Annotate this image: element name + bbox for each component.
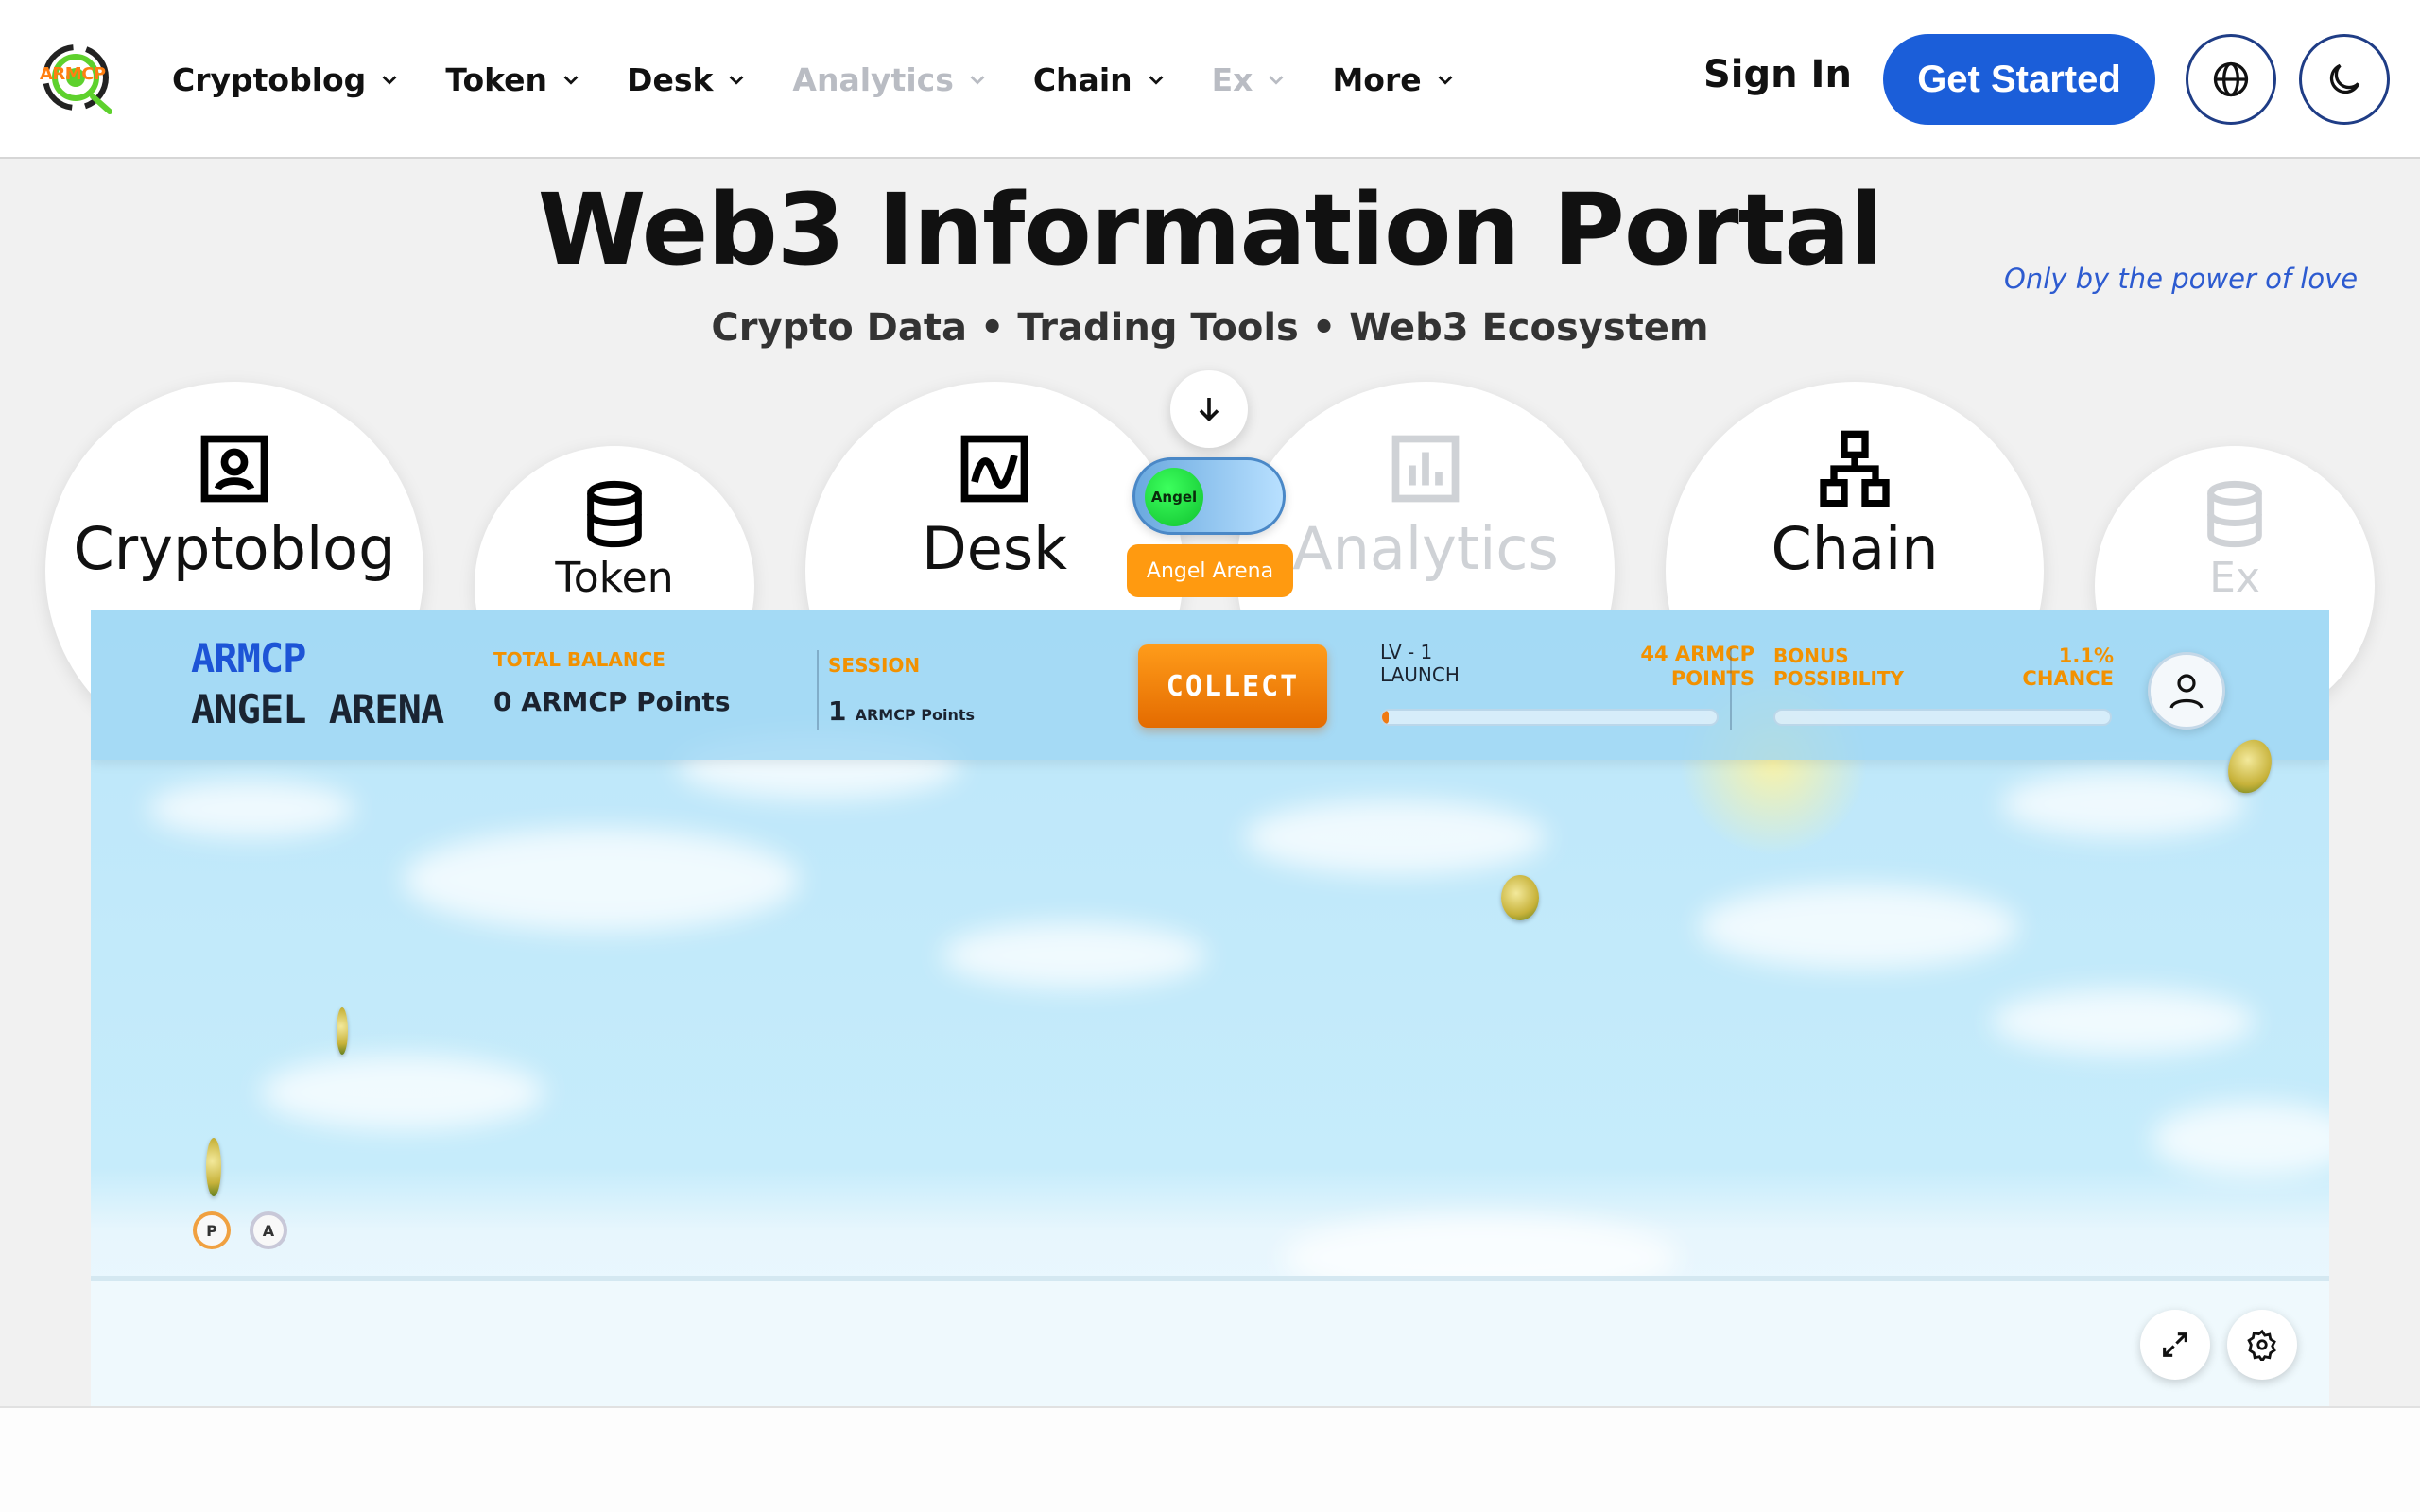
angel-arena-game[interactable]: ARMCP ANGEL ARENA TOTAL BALANCE 0 ARMCP … <box>91 610 2329 1406</box>
nav-token[interactable]: Token <box>445 61 581 98</box>
line-chart-icon <box>960 435 1028 503</box>
session-points: 1 <box>828 696 847 727</box>
portrait-icon <box>200 435 268 503</box>
database-icon <box>2207 480 2262 548</box>
level-stage: LAUNCH <box>1380 663 1460 686</box>
language-button[interactable] <box>2186 34 2276 125</box>
section-label: Analytics <box>1292 514 1559 583</box>
collect-button[interactable]: COLLECT <box>1138 644 1327 728</box>
armcp-logo[interactable]: ARMCP <box>38 40 117 115</box>
player-badge[interactable]: A <box>250 1211 287 1249</box>
nav-cryptoblog[interactable]: Cryptoblog <box>172 61 400 98</box>
bonus-label-line2: POSSIBILITY <box>1773 667 1905 690</box>
bonus-progress-bar <box>1773 709 2112 726</box>
session-value: 1 ARMCP Points <box>828 696 975 727</box>
nav-ex[interactable]: Ex <box>1212 61 1288 98</box>
chevron-down-icon <box>382 76 397 85</box>
main-nav: Cryptoblog Token Desk Analytics Chain Ex… <box>172 0 1501 159</box>
total-balance-value: 0 ARMCP Points <box>493 686 731 717</box>
bar-chart-icon <box>1392 435 1460 503</box>
game-hud: ARMCP ANGEL ARENA TOTAL BALANCE 0 ARMCP … <box>91 610 2329 760</box>
chevron-down-icon <box>1270 76 1284 85</box>
nav-more[interactable]: More <box>1332 61 1455 98</box>
cloud <box>403 828 800 932</box>
tagline: Only by the power of love <box>2004 263 2359 295</box>
bonus-label-line1: BONUS <box>1773 644 1849 667</box>
session-label: SESSION <box>828 654 921 677</box>
session-unit: ARMCP Points <box>855 706 976 724</box>
level-progress-fill <box>1382 711 1390 724</box>
angel-knob: Angel <box>1145 468 1203 526</box>
nav-chain[interactable]: Chain <box>1033 61 1167 98</box>
settings-button[interactable] <box>2227 1310 2297 1380</box>
cloud <box>2152 1102 2329 1177</box>
bonus-chance: 1.1% CHANCE <box>2022 644 2114 690</box>
nav-analytics[interactable]: Analytics <box>792 61 987 98</box>
chevron-down-icon <box>1149 76 1164 85</box>
level-label: LV - 1 <box>1380 641 1433 663</box>
section-label: Token <box>555 554 674 602</box>
logo-text: ARMCP <box>40 64 106 84</box>
section-label: Ex <box>2209 554 2260 602</box>
user-icon <box>2169 674 2204 709</box>
cloud <box>147 781 355 837</box>
page-footer-strip <box>0 1406 2420 1512</box>
theme-toggle-button[interactable] <box>2299 34 2390 125</box>
coin[interactable] <box>1501 875 1539 920</box>
nav-label: Desk <box>627 60 714 98</box>
nav-label: Token <box>445 60 548 98</box>
nav-label: Ex <box>1211 60 1253 98</box>
cloud <box>942 922 1206 988</box>
coin[interactable] <box>337 1007 348 1055</box>
level-points-line2: POINTS <box>1670 667 1754 690</box>
nav-label: Chain <box>1032 60 1132 98</box>
level-points-line1: 44 ARMCP <box>1640 643 1754 665</box>
get-started-button[interactable]: Get Started <box>1883 34 2155 125</box>
cloud <box>1244 799 1547 875</box>
section-label: Cryptoblog <box>73 514 396 583</box>
scroll-down-button[interactable] <box>1170 370 1248 448</box>
total-balance-label: TOTAL BALANCE <box>493 648 666 671</box>
nav-label: More <box>1332 60 1422 98</box>
player-badge[interactable]: P <box>193 1211 231 1249</box>
chevron-down-icon <box>563 76 579 85</box>
coin[interactable] <box>206 1138 221 1196</box>
profile-button[interactable] <box>2148 652 2225 730</box>
nav-desk[interactable]: Desk <box>627 61 747 98</box>
angel-arena-toggle[interactable]: Angel <box>1132 457 1286 535</box>
nav-label: Analytics <box>792 60 954 98</box>
moon-icon <box>2329 63 2360 94</box>
cloud <box>261 1055 544 1130</box>
cloud <box>2000 771 2246 837</box>
hud-divider <box>817 650 819 730</box>
chevron-down-icon <box>970 76 985 85</box>
cloud <box>1991 988 2256 1055</box>
game-name: ANGEL ARENA <box>191 686 444 732</box>
hierarchy-icon <box>1820 430 1890 507</box>
angel-arena-pill[interactable]: Angel Arena <box>1127 544 1293 597</box>
fullscreen-button[interactable] <box>2140 1310 2210 1380</box>
top-navbar: ARMCP Cryptoblog Token Desk Analytics Ch… <box>0 0 2420 159</box>
arrow-down-icon <box>1199 398 1219 422</box>
sign-in-link[interactable]: Sign In <box>1703 53 1852 96</box>
game-brand: ARMCP <box>191 635 306 681</box>
nav-label: Cryptoblog <box>172 60 367 98</box>
page-subtitle: Crypto Data • Trading Tools • Web3 Ecosy… <box>711 306 1709 350</box>
section-label: Desk <box>921 514 1068 583</box>
chevron-down-icon <box>1438 76 1453 85</box>
database-icon <box>587 480 642 548</box>
hud-divider <box>1730 648 1732 730</box>
globe-icon <box>2213 61 2249 97</box>
section-label: Chain <box>1771 514 1939 583</box>
level-progress-bar <box>1380 709 1719 726</box>
cloud <box>1698 885 2019 970</box>
chevron-down-icon <box>730 76 744 85</box>
ground <box>91 1281 2329 1406</box>
gear-icon <box>2247 1329 2276 1361</box>
expand-icon <box>2163 1332 2187 1357</box>
